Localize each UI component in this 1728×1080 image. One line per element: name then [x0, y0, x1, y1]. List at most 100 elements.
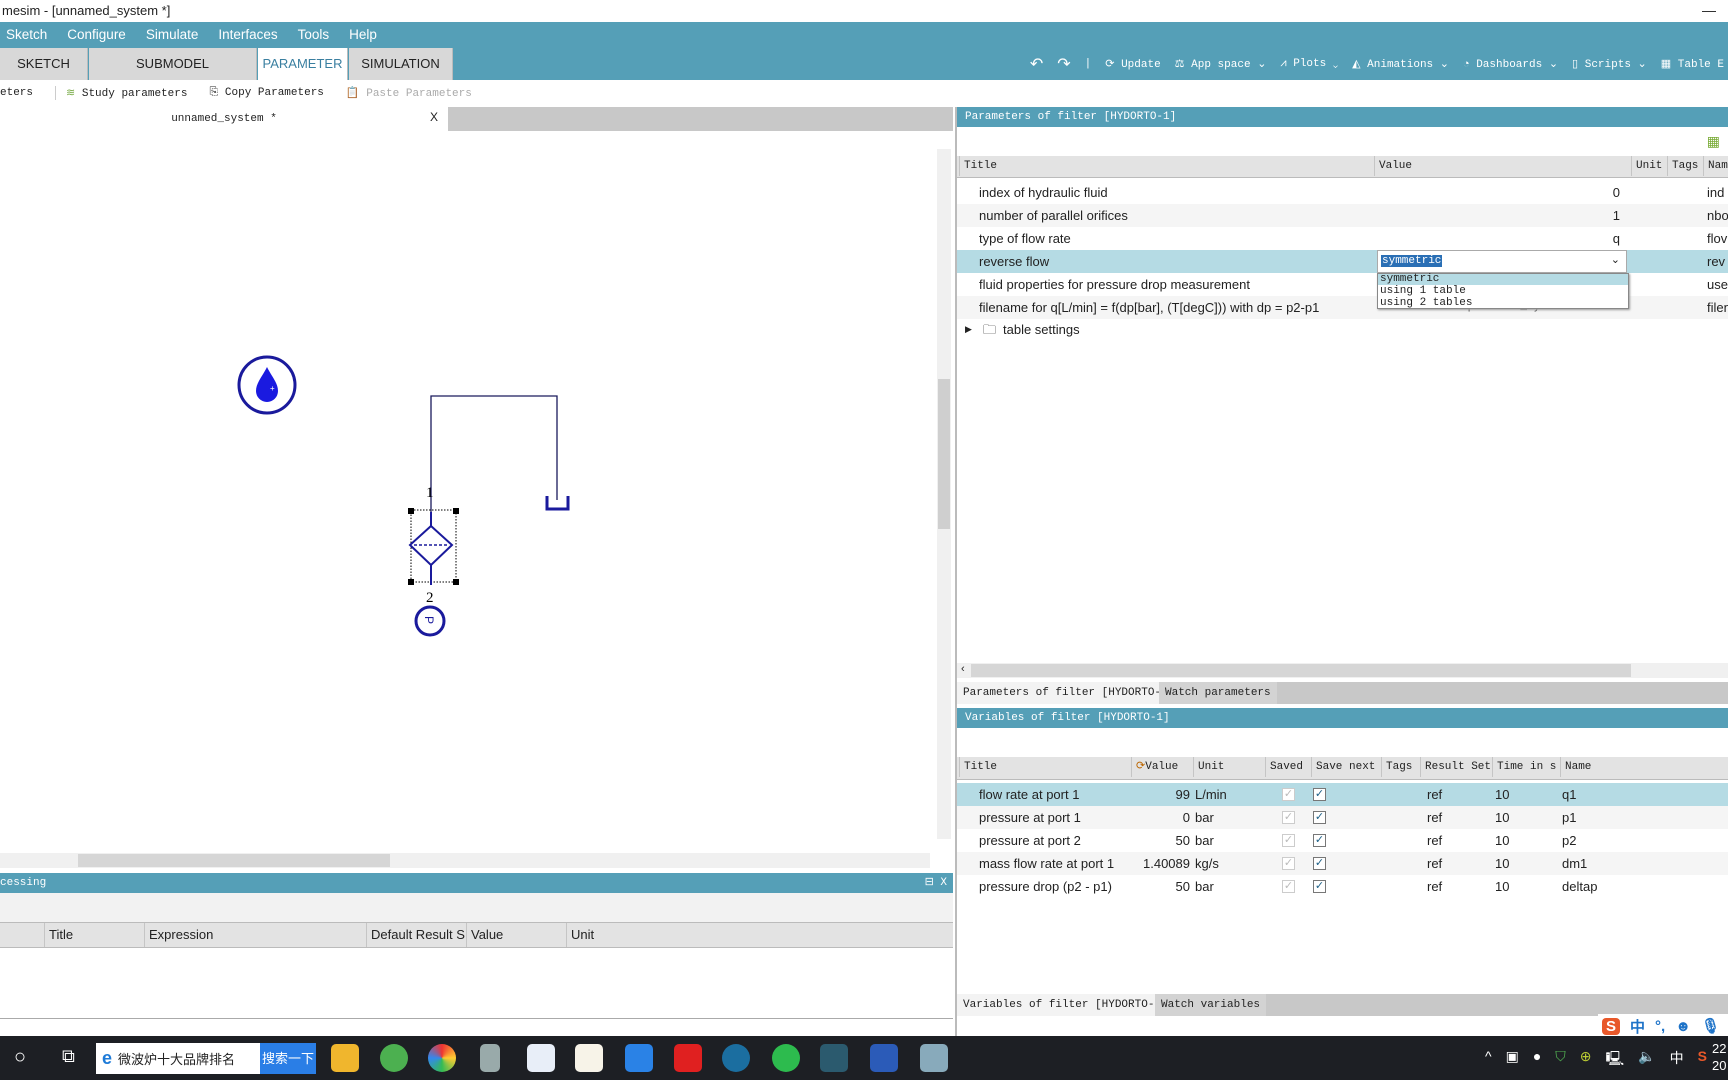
animations-button[interactable]: ◭ Animations ⌄ — [1352, 57, 1449, 71]
param-value[interactable]: q — [1613, 227, 1620, 250]
video-player-icon[interactable] — [625, 1044, 653, 1072]
refresh-icon[interactable]: ⟳ — [1136, 761, 1145, 773]
chevron-down-icon[interactable]: ⌄ — [1333, 58, 1338, 70]
col-default-result[interactable]: Default Result S — [366, 923, 466, 947]
variable-row[interactable]: pressure at port 2 50 bar ✓ ✓ ref 10 p2 — [957, 829, 1728, 852]
amesim-icon[interactable] — [820, 1044, 848, 1072]
calculator-icon[interactable] — [480, 1044, 500, 1072]
tab-submodel[interactable]: SUBMODEL — [89, 48, 257, 80]
option-using-1-table[interactable]: using 1 table — [1378, 285, 1628, 297]
col-name[interactable]: Name — [1703, 156, 1728, 176]
microphone-icon[interactable]: 🎙 — [1701, 1017, 1720, 1035]
scrollbar-thumb[interactable] — [938, 379, 950, 529]
sketch-canvas[interactable]: + 1 2 P — [0, 131, 953, 871]
chevron-up-icon[interactable]: ^ — [1485, 1048, 1492, 1072]
col-tags[interactable]: Tags — [1667, 156, 1703, 176]
expand-arrow-icon[interactable]: ▶ — [965, 318, 972, 341]
col-value[interactable]: Value — [466, 923, 566, 947]
chevron-down-icon[interactable]: ⌄ — [1638, 59, 1647, 71]
shield-icon[interactable]: ⛉ — [1555, 1048, 1566, 1072]
tab-parameter[interactable]: PARAMETER — [258, 48, 348, 80]
volume-icon[interactable]: 🔈 — [1638, 1048, 1655, 1072]
search-tool-icon[interactable] — [575, 1044, 603, 1072]
table-button[interactable]: ▦ Table E — [1661, 57, 1724, 71]
reverse-flow-dropdown[interactable]: symmetric ⌄ — [1377, 250, 1627, 273]
pressure-source-icon[interactable]: P — [414, 605, 446, 637]
study-parameters-button[interactable]: ≋ Study parameters — [55, 86, 187, 100]
col-title[interactable]: Title — [44, 923, 144, 947]
network-icon[interactable]: 🖳 — [1606, 1048, 1625, 1072]
chevron-down-icon[interactable]: ⌄ — [1440, 59, 1449, 71]
variable-row[interactable]: pressure drop (p2 - p1) 50 bar ✓ ✓ ref 1… — [957, 875, 1728, 898]
col-result-set[interactable]: Result Set — [1420, 757, 1492, 777]
search-input[interactable]: e 微波炉十大品牌排名 — [96, 1043, 260, 1074]
feishu-icon[interactable] — [527, 1044, 555, 1072]
parameter-row[interactable]: type of flow rate q flov — [957, 227, 1728, 250]
variable-row[interactable]: pressure at port 1 0 bar ✓ ✓ ref 10 p1 — [957, 806, 1728, 829]
qq-icon[interactable]: ● — [1533, 1048, 1541, 1072]
save-next-checkbox[interactable]: ✓ — [1313, 880, 1326, 893]
col-tags[interactable]: Tags — [1381, 757, 1420, 777]
variable-row[interactable]: mass flow rate at port 1 1.40089 kg/s ✓ … — [957, 852, 1728, 875]
clock[interactable]: 22 20 — [1712, 1040, 1726, 1074]
tab-parameters-of-filter[interactable]: Parameters of filter [HYDORTO-1] — [957, 682, 1181, 704]
plots-button[interactable]: ⩘ Plots ⌄ — [1280, 58, 1338, 70]
wechat-icon[interactable] — [772, 1044, 800, 1072]
ime-language[interactable]: 中 — [1630, 1016, 1645, 1037]
close-icon[interactable]: X — [430, 110, 438, 124]
file-explorer-icon[interactable] — [331, 1044, 359, 1072]
ime-indicator[interactable]: 中 — [1670, 1048, 1684, 1072]
task-view-icon[interactable]: ⧉ — [62, 1046, 75, 1067]
scripts-button[interactable]: ▯ Scripts ⌄ — [1572, 57, 1647, 71]
save-next-checkbox[interactable]: ✓ — [1313, 811, 1326, 824]
punctuation-icon[interactable]: °, — [1655, 1018, 1665, 1035]
col-value[interactable]: Value — [1374, 156, 1631, 176]
tab-simulation[interactable]: SIMULATION — [349, 48, 453, 80]
chrome-icon[interactable] — [428, 1044, 456, 1072]
chevron-down-icon[interactable]: ⌄ — [1611, 253, 1620, 266]
filter-component[interactable] — [408, 508, 459, 585]
col-expression[interactable]: Expression — [144, 923, 366, 947]
col-saved[interactable]: Saved — [1265, 757, 1311, 777]
browser-360-icon[interactable] — [380, 1044, 408, 1072]
col-unit[interactable]: Unit — [1631, 156, 1667, 176]
menu-interfaces[interactable]: Interfaces — [212, 22, 291, 48]
col-name[interactable]: Name — [1560, 757, 1728, 777]
undo-icon[interactable]: ↶ — [1030, 54, 1043, 74]
search-button[interactable]: 搜索一下 — [260, 1043, 316, 1074]
col-unit[interactable]: Unit — [1193, 757, 1265, 777]
tab-watch-variables[interactable]: Watch variables — [1155, 994, 1267, 1016]
param-value[interactable]: 0 — [1613, 181, 1620, 204]
word-icon[interactable] — [870, 1044, 898, 1072]
layout-icon[interactable]: ▦ — [1707, 133, 1720, 150]
tab-sketch[interactable]: SKETCH — [0, 48, 88, 80]
param-value[interactable]: 1 — [1613, 204, 1620, 227]
menu-simulate[interactable]: Simulate — [140, 22, 213, 48]
emoji-icon[interactable]: ☻ — [1675, 1018, 1691, 1035]
notes-icon[interactable] — [920, 1044, 948, 1072]
parameter-row[interactable]: index of hydraulic fluid 0 ind — [957, 181, 1728, 204]
parameters-button[interactable]: eters — [0, 87, 33, 99]
vertical-scrollbar[interactable] — [937, 149, 951, 839]
horizontal-scrollbar[interactable] — [0, 853, 930, 868]
col-value[interactable]: ⟳Value — [1131, 757, 1193, 777]
scrollbar-thumb[interactable] — [78, 854, 390, 867]
screen-icon[interactable]: ▣ — [1506, 1048, 1519, 1072]
cortana-icon[interactable]: ○ — [14, 1046, 26, 1069]
sogou-tray-icon[interactable]: S — [1698, 1048, 1707, 1072]
sketch-tab[interactable]: unnamed_system * — [0, 107, 448, 131]
option-symmetric[interactable]: symmetric — [1378, 274, 1628, 285]
copy-parameters-button[interactable]: ⎘ Copy Parameters — [209, 87, 323, 99]
save-next-checkbox[interactable]: ✓ — [1313, 788, 1326, 801]
update-button[interactable]: ⟳ Update — [1105, 57, 1160, 71]
plus-icon[interactable]: ⊕ — [1580, 1048, 1592, 1072]
chevron-down-icon[interactable]: ⌄ — [1257, 59, 1266, 71]
globe-app-icon[interactable] — [722, 1044, 750, 1072]
col-save-next[interactable]: Save next — [1311, 757, 1381, 777]
variable-row[interactable]: flow rate at port 1 99 L/min ✓ ✓ ref 10 … — [957, 783, 1728, 806]
horizontal-scrollbar[interactable]: ‹ — [957, 663, 1728, 678]
col-title[interactable]: Title — [959, 156, 1374, 176]
col-time[interactable]: Time in s — [1492, 757, 1560, 777]
tab-variables-of-filter[interactable]: Variables of filter [HYDORTO-1] — [957, 994, 1174, 1016]
save-next-checkbox[interactable]: ✓ — [1313, 857, 1326, 870]
